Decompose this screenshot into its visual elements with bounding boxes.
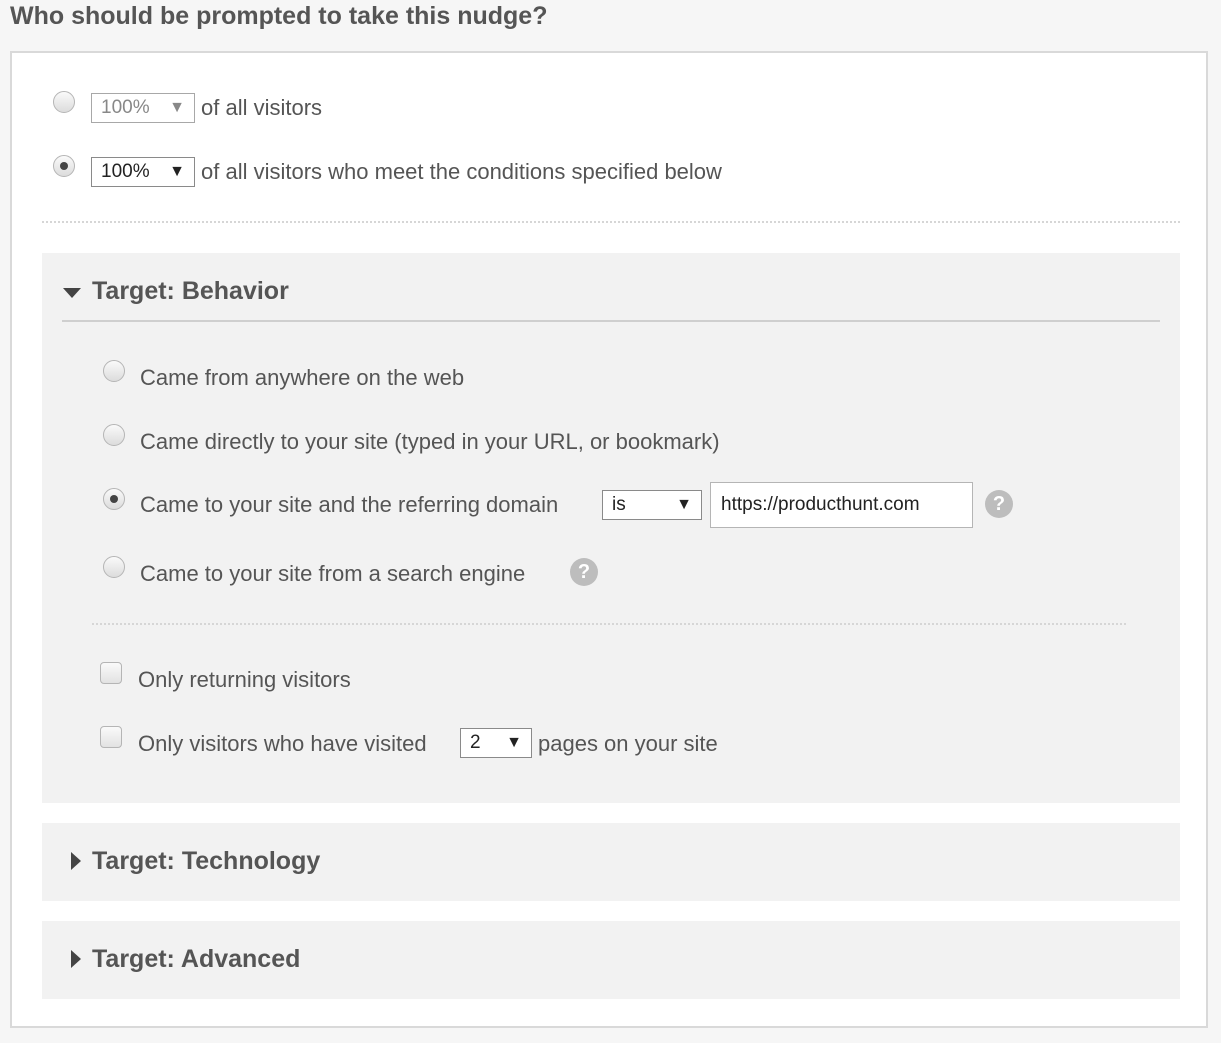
caret-right-icon[interactable] xyxy=(71,852,81,870)
behavior-section: Target: Behavior Came from anywhere on t… xyxy=(42,253,1180,803)
conditional-visitors-label: of all visitors who meet the conditions … xyxy=(201,159,722,184)
all-visitors-radio[interactable] xyxy=(53,91,75,113)
section-rule xyxy=(62,320,1160,322)
technology-section[interactable]: Target: Technology xyxy=(42,823,1180,901)
referrer-domain-input[interactable]: https://producthunt.com xyxy=(710,482,973,528)
all-visitors-percent-value: 100% xyxy=(101,97,150,118)
chevron-down-icon: ▼ xyxy=(676,496,692,513)
technology-section-title[interactable]: Target: Technology xyxy=(92,847,320,876)
pages-visited-checkbox[interactable] xyxy=(100,726,122,748)
behavior-section-title[interactable]: Target: Behavior xyxy=(92,277,289,306)
referrer-operator-select[interactable]: is ▼ xyxy=(602,490,702,520)
behavior-search-engine-label: Came to your site from a search engine xyxy=(140,561,526,586)
behavior-anywhere-radio[interactable] xyxy=(103,360,125,382)
chevron-down-icon: ▼ xyxy=(506,734,522,751)
behavior-direct-label: Came directly to your site (typed in you… xyxy=(140,429,720,454)
divider xyxy=(42,221,1180,223)
referrer-operator-value: is xyxy=(612,494,626,515)
divider xyxy=(92,623,1126,625)
all-visitors-label: of all visitors xyxy=(201,95,323,120)
pages-visited-label-before: Only visitors who have visited xyxy=(138,731,427,756)
advanced-section[interactable]: Target: Advanced xyxy=(42,921,1180,999)
behavior-referrer-radio[interactable] xyxy=(103,488,125,510)
advanced-section-title[interactable]: Target: Advanced xyxy=(92,945,300,974)
all-visitors-percent-select[interactable]: 100% ▼ xyxy=(91,93,195,123)
caret-down-icon[interactable] xyxy=(63,288,81,298)
conditional-visitors-percent-value: 100% xyxy=(101,161,150,182)
caret-right-icon[interactable] xyxy=(71,950,81,968)
behavior-search-engine-radio[interactable] xyxy=(103,556,125,578)
returning-visitors-label: Only returning visitors xyxy=(138,667,351,692)
chevron-down-icon: ▼ xyxy=(169,99,185,116)
audience-panel: 100% ▼ of all visitors 100% ▼ of all vis… xyxy=(10,51,1208,1028)
help-icon[interactable]: ? xyxy=(985,490,1013,518)
returning-visitors-checkbox[interactable] xyxy=(100,662,122,684)
behavior-anywhere-label: Came from anywhere on the web xyxy=(140,365,465,390)
conditional-visitors-percent-select[interactable]: 100% ▼ xyxy=(91,157,195,187)
pages-visited-select[interactable]: 2 ▼ xyxy=(460,728,532,758)
page-title: Who should be prompted to take this nudg… xyxy=(10,2,548,30)
pages-visited-label-after: pages on your site xyxy=(538,731,718,756)
referrer-domain-value: https://producthunt.com xyxy=(721,494,920,515)
pages-visited-value: 2 xyxy=(470,732,481,753)
chevron-down-icon: ▼ xyxy=(169,163,185,180)
help-icon[interactable]: ? xyxy=(570,558,598,586)
behavior-direct-radio[interactable] xyxy=(103,424,125,446)
conditional-visitors-radio[interactable] xyxy=(53,155,75,177)
behavior-referrer-label: Came to your site and the referring doma… xyxy=(140,492,559,517)
